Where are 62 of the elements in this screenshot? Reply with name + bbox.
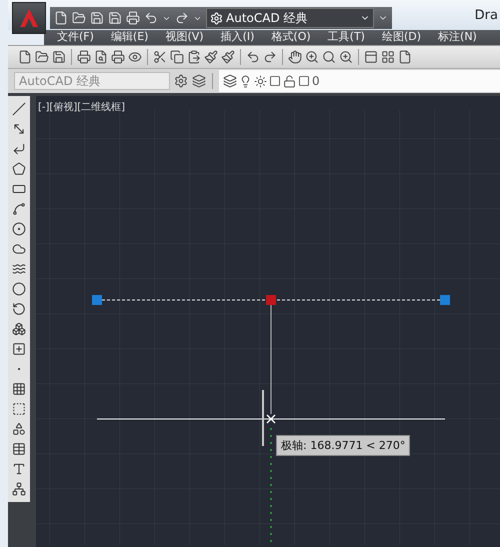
lightbulb-icon[interactable]: [239, 74, 252, 88]
cloud-icon[interactable]: [12, 242, 26, 256]
layer-control[interactable]: 0: [219, 70, 500, 92]
paste-icon[interactable]: [187, 50, 201, 64]
preview-icon[interactable]: [94, 50, 108, 64]
menu-item[interactable]: 绘图(D): [382, 29, 422, 44]
print-icon[interactable]: [126, 11, 140, 25]
cut-icon[interactable]: [153, 50, 167, 64]
rotate-icon[interactable]: [12, 302, 26, 316]
polar-tooltip: 极轴: 168.9771 < 270°: [276, 435, 410, 456]
menu-item[interactable]: 视图(V): [165, 29, 204, 44]
zoom-window-icon[interactable]: [322, 50, 336, 64]
window-title: Dra: [474, 8, 498, 22]
save-as-icon[interactable]: [108, 11, 122, 25]
save-icon[interactable]: [52, 50, 66, 64]
color-square-icon[interactable]: [298, 75, 310, 87]
menu-item[interactable]: 标注(N): [438, 29, 477, 44]
insert-icon[interactable]: [12, 342, 26, 356]
view-icon[interactable]: [128, 50, 142, 64]
print-icon[interactable]: [77, 50, 91, 64]
zoom-icon[interactable]: [305, 50, 319, 64]
unlock-icon[interactable]: [283, 74, 296, 88]
menu-item[interactable]: 文件(F): [57, 29, 94, 44]
new-file-icon[interactable]: [18, 50, 32, 64]
copy-icon[interactable]: [170, 50, 184, 64]
diagonal-arrow-icon[interactable]: [12, 122, 26, 136]
grip-handle[interactable]: [92, 295, 102, 305]
layer-name: 0: [312, 74, 320, 88]
menu-item[interactable]: 插入(I): [220, 29, 254, 44]
rectangle-icon[interactable]: [12, 182, 26, 196]
undo-icon[interactable]: [144, 11, 158, 25]
grip-handle[interactable]: [266, 295, 276, 305]
settings-icon: [210, 12, 223, 24]
circle-icon[interactable]: [12, 222, 26, 236]
pan-icon[interactable]: [288, 50, 302, 64]
logo-icon: [18, 7, 40, 29]
menu-item[interactable]: 格式(O): [271, 29, 311, 44]
line-icon[interactable]: [12, 102, 26, 116]
application-button[interactable]: [12, 2, 46, 34]
menu-item[interactable]: 编辑(E): [110, 29, 148, 44]
text-icon[interactable]: [12, 462, 26, 476]
workspace-dropdown[interactable]: AutoCAD 经典: [206, 8, 374, 28]
pentagon-icon[interactable]: [12, 162, 26, 176]
cursor-icon: [266, 414, 276, 424]
layer-properties-icon[interactable]: [223, 74, 237, 88]
grip-handle[interactable]: [440, 295, 450, 305]
open-folder-icon[interactable]: [35, 50, 49, 64]
settings-icon[interactable]: [174, 74, 188, 88]
layers-icon[interactable]: [192, 74, 206, 88]
viewport-label[interactable]: [-][俯视][二维线框]: [38, 100, 126, 114]
menu-item[interactable]: 工具(T): [328, 29, 365, 44]
undo-icon[interactable]: [246, 50, 260, 64]
redo-icon[interactable]: [175, 11, 189, 25]
table-icon[interactable]: [12, 442, 26, 456]
sun-icon[interactable]: [254, 74, 267, 88]
arc-icon[interactable]: [12, 202, 26, 216]
drawing-canvas[interactable]: [-][俯视][二维线框] 极轴: 168.9771 < 270°: [36, 96, 500, 547]
redo-icon[interactable]: [263, 50, 277, 64]
brush-icon[interactable]: [221, 50, 235, 64]
cursor-bar: [262, 390, 264, 446]
network-icon[interactable]: [12, 482, 26, 496]
block-icon[interactable]: [12, 322, 26, 336]
